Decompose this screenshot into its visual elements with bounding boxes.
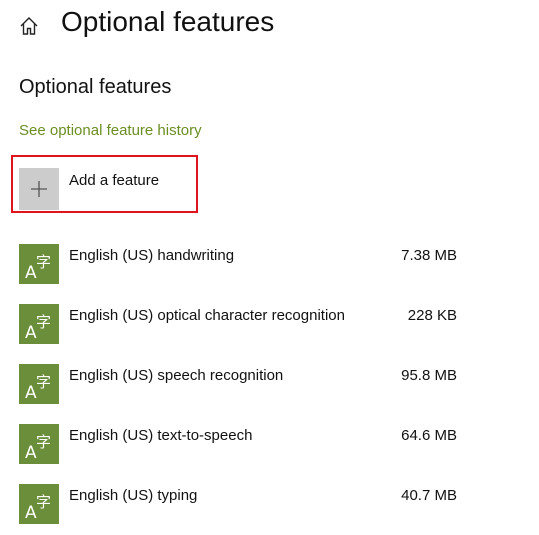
svg-text:字: 字 [36, 253, 51, 271]
language-icon: A 字 [19, 484, 59, 524]
language-icon: A 字 [19, 304, 59, 344]
add-feature-button[interactable]: Add a feature [19, 168, 159, 210]
feature-name: English (US) handwriting [69, 247, 235, 264]
feature-name: English (US) optical character recogniti… [69, 307, 345, 324]
feature-item-text-to-speech[interactable]: A 字 English (US) text-to-speech 64.6 MB [19, 424, 464, 484]
home-icon[interactable] [18, 15, 40, 37]
feature-item-ocr[interactable]: A 字 English (US) optical character recog… [19, 304, 464, 364]
language-icon: A 字 [19, 424, 59, 464]
section-heading: Optional features [19, 76, 172, 98]
language-icon: A 字 [19, 244, 59, 284]
feature-item-speech-recognition[interactable]: A 字 English (US) speech recognition 95.8… [19, 364, 464, 424]
feature-size: 228 KB [407, 307, 457, 324]
plus-icon [19, 168, 59, 210]
feature-item-typing[interactable]: A 字 English (US) typing 40.7 MB [19, 484, 464, 535]
add-feature-label: Add a feature [69, 172, 160, 189]
feature-name: English (US) text-to-speech [69, 427, 253, 444]
svg-text:字: 字 [36, 493, 51, 511]
feature-list: A 字 English (US) handwriting 7.38 MB A 字… [19, 244, 464, 535]
feature-name: English (US) speech recognition [69, 367, 284, 384]
language-icon: A 字 [19, 364, 59, 404]
settings-page: Optional features Optional features See … [0, 0, 539, 535]
svg-text:字: 字 [36, 373, 51, 391]
svg-text:字: 字 [36, 433, 51, 451]
feature-name: English (US) typing [69, 487, 198, 504]
page-title: Optional features [61, 6, 275, 37]
feature-item-handwriting[interactable]: A 字 English (US) handwriting 7.38 MB [19, 244, 464, 304]
optional-feature-history-link[interactable]: See optional feature history [19, 122, 202, 139]
feature-size: 7.38 MB [401, 247, 457, 264]
feature-size: 64.6 MB [401, 427, 457, 444]
feature-size: 40.7 MB [401, 487, 457, 504]
svg-text:字: 字 [36, 313, 51, 331]
feature-size: 95.8 MB [401, 367, 457, 384]
